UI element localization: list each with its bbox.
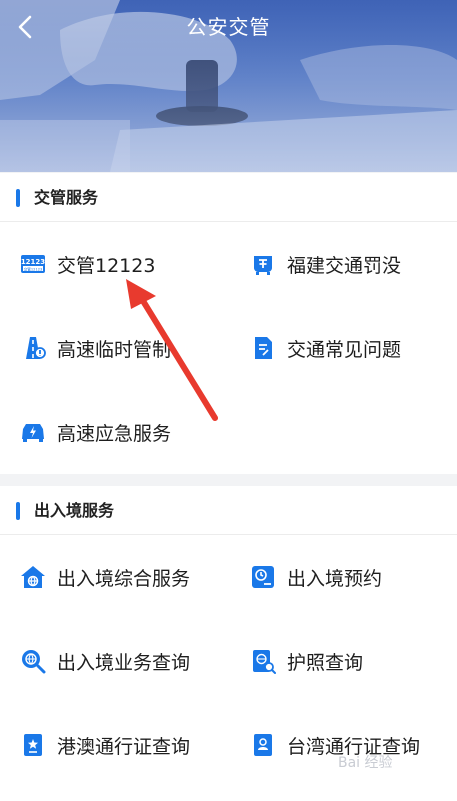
service-jiaoguan-12123[interactable]: 12123 交管12123 交管12123	[20, 244, 156, 284]
service-fujian-fines[interactable]: 福建交通罚没	[250, 244, 401, 284]
globe-search-icon	[22, 650, 46, 674]
traffic-services-section: 交管服务 12123 交管12123 交管12123 福建交通罚没 高速临时管制…	[0, 173, 457, 474]
service-label: 出入境综合服务	[57, 567, 191, 590]
service-taiwan-permit-query[interactable]: 台湾通行证查询	[250, 725, 420, 765]
service-label: 港澳通行证查询	[57, 735, 191, 758]
service-label: 交管12123	[57, 254, 156, 277]
service-label: 护照查询	[287, 651, 364, 674]
section-title: 交管服务	[34, 188, 99, 207]
page-title: 公安交管	[186, 15, 271, 39]
section-title: 出入境服务	[34, 501, 115, 520]
svg-text:12123: 12123	[21, 258, 45, 266]
service-exit-entry-appointment[interactable]: 出入境预约	[250, 557, 382, 597]
appointment-clock-icon	[252, 566, 274, 588]
app-12123-icon: 12123 交管12123	[21, 255, 45, 273]
service-label: 高速临时管制	[57, 338, 172, 361]
highway-control-icon	[26, 337, 46, 359]
header-banner: 公安交管	[0, 0, 457, 172]
fine-icon	[254, 256, 272, 275]
service-label: 高速应急服务	[57, 422, 172, 445]
emergency-car-icon	[22, 424, 44, 442]
service-highway-emergency[interactable]: 高速应急服务	[20, 412, 171, 452]
home-globe-icon	[21, 566, 45, 588]
service-passport-query[interactable]: 护照查询	[250, 641, 363, 681]
section-header: 交管服务	[0, 173, 457, 222]
hk-macau-permit-icon	[24, 734, 42, 756]
service-label: 福建交通罚没	[287, 254, 402, 277]
service-label: 出入境预约	[287, 567, 383, 590]
faq-doc-icon	[255, 337, 272, 359]
service-hk-macau-permit-query[interactable]: 港澳通行证查询	[20, 725, 190, 765]
service-highway-control[interactable]: 高速临时管制	[20, 328, 171, 368]
section-header: 出入境服务	[0, 486, 457, 535]
svg-text:交管12123: 交管12123	[24, 266, 43, 271]
section-accent-bar	[16, 189, 20, 207]
baidu-watermark: Bai 经验	[338, 755, 393, 771]
taiwan-permit-icon	[254, 734, 272, 756]
section-accent-bar	[16, 502, 20, 520]
service-exit-entry-general[interactable]: 出入境综合服务	[20, 557, 190, 597]
service-label: 交通常见问题	[287, 338, 402, 361]
service-label: 出入境业务查询	[57, 651, 191, 674]
service-traffic-faq[interactable]: 交通常见问题	[250, 328, 401, 368]
service-exit-entry-query[interactable]: 出入境业务查询	[20, 641, 190, 681]
passport-search-icon	[253, 650, 276, 674]
